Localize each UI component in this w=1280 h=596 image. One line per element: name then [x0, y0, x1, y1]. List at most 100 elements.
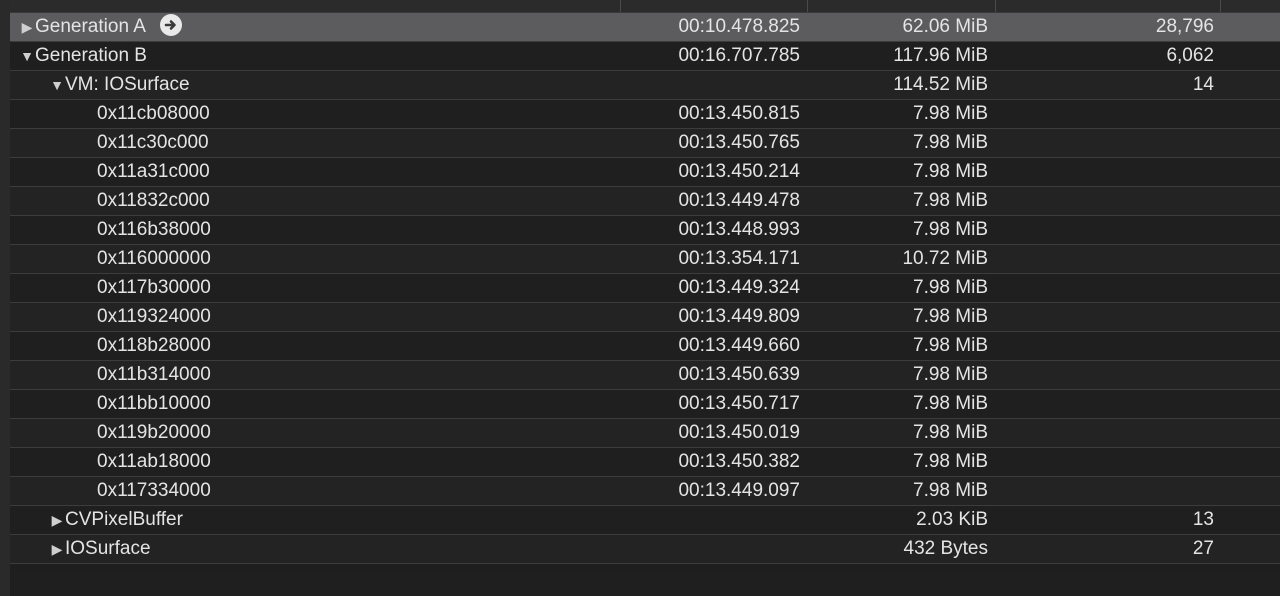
table-row[interactable]: 0x11b314000 00:13.450.639 7.98 MiB [10, 361, 1280, 390]
size-cell: 117.96 MiB [893, 45, 988, 66]
column-divider[interactable] [620, 0, 621, 12]
table-row[interactable]: 0x117334000 00:13.449.097 7.98 MiB [10, 477, 1280, 506]
address-cell: 0x117334000 [97, 480, 211, 501]
address-cell: 0x11b314000 [97, 364, 211, 385]
disclosure-triangle-right-icon[interactable]: ▶ [20, 13, 34, 41]
time-cell: 00:13.450.815 [678, 103, 800, 124]
empty-table-area [10, 570, 1280, 596]
time-cell: 00:13.449.660 [678, 335, 800, 356]
allocations-table: ▶ Generation A 00:10.478.825 62.06 MiB 28… [10, 13, 1280, 564]
table-row[interactable]: 0x118b28000 00:13.449.660 7.98 MiB [10, 332, 1280, 361]
address-cell: 0x11832c000 [97, 190, 210, 211]
size-cell: 7.98 MiB [913, 393, 988, 414]
address-cell: 0x119324000 [97, 306, 211, 327]
time-cell [650, 506, 800, 534]
table-row[interactable]: 0x119b20000 00:13.450.019 7.98 MiB [10, 419, 1280, 448]
time-cell: 00:13.449.809 [678, 306, 800, 327]
table-row-iosurface[interactable]: ▶ IOSurface 432 Bytes 27 [10, 535, 1280, 564]
table-row[interactable]: 0x11cb08000 00:13.450.815 7.98 MiB [10, 100, 1280, 129]
time-cell: 00:13.448.993 [678, 219, 800, 240]
go-to-arrow-icon[interactable] [159, 13, 182, 36]
size-cell: 62.06 MiB [902, 16, 988, 37]
time-cell: 00:13.450.214 [678, 161, 800, 182]
time-cell: 00:13.450.717 [678, 393, 800, 414]
size-cell: 7.98 MiB [913, 103, 988, 124]
row-name: CVPixelBuffer [65, 509, 183, 530]
table-row[interactable]: 0x11ab18000 00:13.450.382 7.98 MiB [10, 448, 1280, 477]
size-cell: 7.98 MiB [913, 277, 988, 298]
column-divider[interactable] [807, 0, 808, 12]
address-cell: 0x116000000 [97, 248, 211, 269]
address-cell: 0x11a31c000 [97, 161, 210, 182]
row-name: Generation A [35, 16, 146, 37]
address-cell: 0x11c30c000 [97, 132, 209, 153]
size-cell: 7.98 MiB [913, 132, 988, 153]
time-cell: 00:13.354.171 [678, 248, 800, 269]
name-cell: ▶ Generation A [10, 13, 620, 41]
name-cell: ▶ CVPixelBuffer [10, 506, 650, 534]
time-cell: 00:13.450.639 [678, 364, 800, 385]
table-row[interactable]: 0x116b38000 00:13.448.993 7.98 MiB [10, 216, 1280, 245]
size-cell: 7.98 MiB [913, 219, 988, 240]
name-cell: ▼Generation B [10, 42, 620, 70]
size-cell: 7.98 MiB [913, 364, 988, 385]
table-row[interactable]: 0x11a31c000 00:13.450.214 7.98 MiB [10, 158, 1280, 187]
size-cell: 10.72 MiB [902, 248, 988, 269]
row-name: VM: IOSurface [65, 74, 190, 95]
table-row-cvpixelbuffer[interactable]: ▶ CVPixelBuffer 2.03 KiB 13 [10, 506, 1280, 535]
table-row[interactable]: 0x11bb10000 00:13.450.717 7.98 MiB [10, 390, 1280, 419]
disclosure-triangle-right-icon[interactable]: ▶ [50, 506, 64, 534]
address-cell: 0x11ab18000 [97, 451, 211, 472]
table-row-vm-iosurface[interactable]: ▼VM: IOSurface 114.52 MiB 14 [10, 71, 1280, 100]
column-divider[interactable] [1220, 0, 1221, 12]
disclosure-triangle-down-icon[interactable]: ▼ [50, 71, 64, 99]
time-cell: 00:13.450.382 [678, 451, 800, 472]
size-cell: 7.98 MiB [913, 335, 988, 356]
size-cell: 7.98 MiB [913, 161, 988, 182]
allocations-outline-view: ▶ Generation A 00:10.478.825 62.06 MiB 28… [0, 0, 1280, 596]
size-cell: 432 Bytes [903, 538, 989, 559]
left-gutter [0, 0, 10, 596]
table-row[interactable]: 0x11832c000 00:13.449.478 7.98 MiB [10, 187, 1280, 216]
disclosure-triangle-right-icon[interactable]: ▶ [50, 535, 64, 563]
row-name: Generation B [35, 45, 147, 66]
time-cell [650, 535, 800, 563]
count-cell: 13 [1192, 509, 1214, 530]
size-cell: 7.98 MiB [913, 190, 988, 211]
size-cell: 2.03 KiB [916, 509, 988, 530]
name-cell: ▶ IOSurface [10, 535, 650, 563]
column-header-bar [10, 0, 1280, 13]
row-name: IOSurface [65, 538, 151, 559]
table-row[interactable]: 0x116000000 00:13.354.171 10.72 MiB [10, 245, 1280, 274]
time-cell: 00:13.450.765 [678, 132, 800, 153]
count-cell: 6,062 [1166, 45, 1214, 66]
size-cell: 7.98 MiB [913, 451, 988, 472]
size-cell: 7.98 MiB [913, 480, 988, 501]
table-row-generation-a[interactable]: ▶ Generation A 00:10.478.825 62.06 MiB 28… [10, 13, 1280, 42]
size-cell: 7.98 MiB [913, 306, 988, 327]
column-divider[interactable] [995, 0, 996, 12]
name-cell: ▼VM: IOSurface [10, 71, 650, 99]
table-row[interactable]: 0x117b30000 00:13.449.324 7.98 MiB [10, 274, 1280, 303]
time-cell: 00:13.449.097 [678, 480, 800, 501]
time-cell: 00:13.449.324 [678, 277, 800, 298]
count-cell: 14 [1192, 74, 1214, 95]
address-cell: 0x116b38000 [97, 219, 211, 240]
count-cell: 27 [1192, 538, 1214, 559]
table-row-generation-b[interactable]: ▼Generation B 00:16.707.785 117.96 MiB 6… [10, 42, 1280, 71]
size-cell: 7.98 MiB [913, 422, 988, 443]
time-cell: 00:13.449.478 [678, 190, 800, 211]
time-cell: 00:16.707.785 [678, 45, 800, 66]
address-cell: 0x11bb10000 [97, 393, 211, 414]
address-cell: 0x117b30000 [97, 277, 211, 298]
time-cell: 00:13.450.019 [678, 422, 800, 443]
time-cell: 00:10.478.825 [678, 16, 800, 37]
table-row[interactable]: 0x11c30c000 00:13.450.765 7.98 MiB [10, 129, 1280, 158]
size-cell: 114.52 MiB [893, 74, 988, 95]
count-cell: 28,796 [1155, 16, 1214, 37]
disclosure-triangle-down-icon[interactable]: ▼ [20, 42, 34, 70]
address-cell: 0x11cb08000 [97, 103, 210, 124]
address-cell: 0x119b20000 [97, 422, 211, 443]
table-row[interactable]: 0x119324000 00:13.449.809 7.98 MiB [10, 303, 1280, 332]
address-cell: 0x118b28000 [97, 335, 211, 356]
